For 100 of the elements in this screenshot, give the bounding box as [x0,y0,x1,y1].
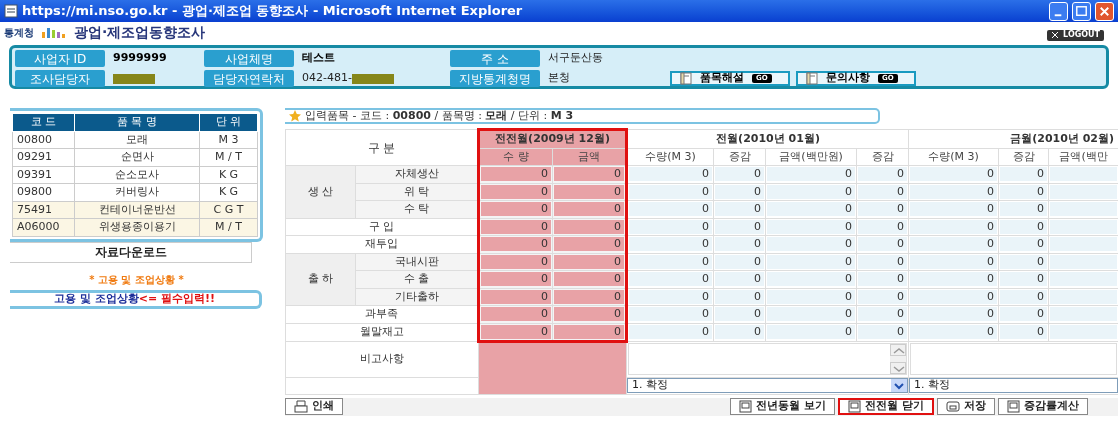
number-field[interactable] [1050,325,1118,339]
logout-button[interactable]: LOGOUT [1047,29,1104,41]
number-field[interactable]: 0 [629,272,712,287]
number-field[interactable]: 0 [910,254,997,269]
toolbar-button[interactable]: 인쇄 [285,398,343,415]
number-field[interactable]: 0 [554,324,624,339]
number-field[interactable]: 0 [481,219,551,234]
number-field[interactable]: 0 [858,237,907,252]
number-field[interactable]: 0 [767,184,855,199]
number-field[interactable]: 0 [629,325,712,339]
number-field[interactable]: 0 [554,307,624,322]
number-field[interactable]: 0 [1000,254,1047,269]
number-field[interactable] [1050,272,1118,287]
number-field[interactable]: 0 [629,184,712,199]
number-field[interactable]: 0 [767,219,855,234]
number-field[interactable]: 0 [767,272,855,287]
number-field[interactable]: 0 [767,325,855,339]
number-field[interactable]: 0 [1000,237,1047,252]
number-field[interactable]: 0 [481,184,551,199]
number-field[interactable] [1050,219,1118,234]
number-field[interactable]: 0 [554,219,624,234]
number-field[interactable]: 0 [629,167,712,182]
number-field[interactable]: 0 [767,202,855,217]
number-field[interactable]: 0 [629,202,712,217]
number-field[interactable]: 0 [481,202,551,217]
toolbar-button[interactable]: 전년동월 보기 [730,398,836,415]
number-field[interactable]: 0 [858,219,907,234]
number-field[interactable]: 0 [715,289,764,304]
number-field[interactable]: 0 [1000,289,1047,304]
scrollbar[interactable] [890,344,906,374]
number-field[interactable]: 0 [767,254,855,269]
number-field[interactable]: 0 [858,307,907,322]
number-field[interactable]: 0 [767,237,855,252]
number-field[interactable]: 0 [481,324,551,339]
number-field[interactable]: 0 [1000,167,1047,182]
toolbar-button[interactable]: 저장 [937,398,995,415]
employment-status-button[interactable]: 고용 및 조업상황<= 필수입력!! [10,289,262,309]
status-dropdown[interactable]: 1. 확정 [627,378,908,393]
number-field[interactable] [1050,167,1118,182]
number-field[interactable]: 0 [629,237,712,252]
number-field[interactable]: 0 [910,202,997,217]
remarks-textarea[interactable] [628,343,907,375]
number-field[interactable]: 0 [910,184,997,199]
number-field[interactable]: 0 [554,254,624,269]
number-field[interactable]: 0 [554,184,624,199]
close-icon[interactable] [1095,1,1114,21]
number-field[interactable]: 0 [858,202,907,217]
number-field[interactable]: 0 [481,272,551,287]
minimize-icon[interactable] [1049,1,1068,21]
number-field[interactable]: 0 [910,307,997,322]
number-field[interactable]: 0 [554,272,624,287]
toolbar-button[interactable]: 전전월 닫기 [838,398,934,415]
number-field[interactable]: 0 [910,272,997,287]
number-field[interactable]: 0 [1000,307,1047,322]
number-field[interactable]: 0 [715,254,764,269]
number-field[interactable]: 0 [629,219,712,234]
download-button[interactable]: 자료다운로드 [10,241,252,263]
maximize-icon[interactable] [1072,1,1091,21]
number-field[interactable]: 0 [715,202,764,217]
number-field[interactable]: 0 [629,289,712,304]
number-field[interactable]: 0 [715,219,764,234]
number-field[interactable]: 0 [858,184,907,199]
number-field[interactable]: 0 [1000,202,1047,217]
number-field[interactable]: 0 [715,325,764,339]
number-field[interactable] [1050,202,1118,217]
number-field[interactable]: 0 [910,289,997,304]
number-field[interactable]: 0 [715,184,764,199]
number-field[interactable]: 0 [1000,272,1047,287]
status-dropdown[interactable]: 1. 확정 [909,378,1118,393]
number-field[interactable]: 0 [715,307,764,322]
number-field[interactable]: 0 [715,237,764,252]
number-field[interactable]: 0 [1000,184,1047,199]
number-field[interactable]: 0 [1000,325,1047,339]
number-field[interactable]: 0 [767,289,855,304]
number-field[interactable]: 0 [481,237,551,252]
number-field[interactable]: 0 [858,254,907,269]
number-field[interactable] [1050,289,1118,304]
number-field[interactable]: 0 [715,167,764,182]
number-field[interactable]: 0 [910,219,997,234]
number-field[interactable]: 0 [481,289,551,304]
number-field[interactable]: 0 [767,307,855,322]
number-field[interactable]: 0 [715,272,764,287]
number-field[interactable]: 0 [910,237,997,252]
number-field[interactable]: 0 [481,254,551,269]
number-field[interactable]: 0 [858,167,907,182]
remarks-textarea[interactable] [910,343,1118,375]
number-field[interactable]: 0 [629,307,712,322]
number-field[interactable] [1050,237,1118,252]
number-field[interactable]: 0 [481,167,551,182]
number-field[interactable] [1050,254,1118,269]
number-field[interactable]: 0 [629,254,712,269]
number-field[interactable]: 0 [554,202,624,217]
number-field[interactable]: 0 [767,167,855,182]
number-field[interactable]: 0 [858,325,907,339]
number-field[interactable]: 0 [481,307,551,322]
number-field[interactable]: 0 [1000,219,1047,234]
number-field[interactable]: 0 [910,167,997,182]
toolbar-button[interactable]: 증감률계산 [998,398,1088,415]
number-field[interactable] [1050,307,1118,322]
number-field[interactable]: 0 [858,272,907,287]
